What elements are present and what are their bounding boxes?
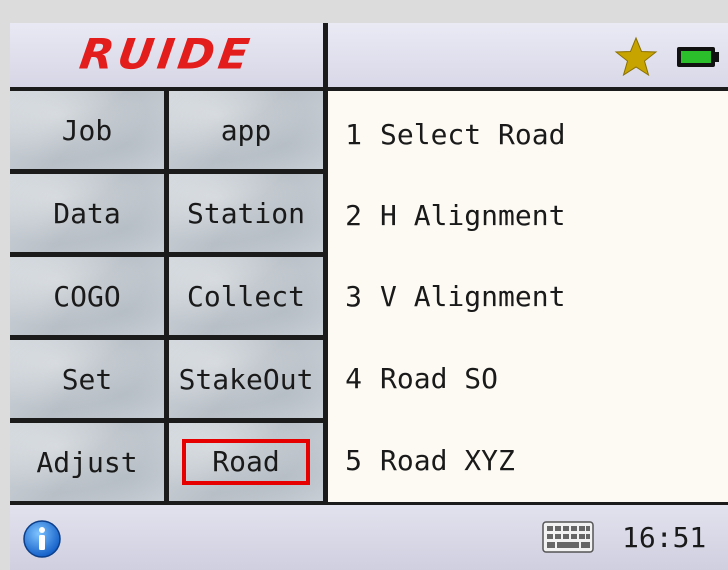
menu-station-button[interactable]: Station bbox=[169, 174, 323, 252]
road-submenu: 1 Select Road 2 H Alignment 3 V Alignmen… bbox=[328, 91, 728, 502]
screen: RUIDE Job app Data Station COGO Collect … bbox=[10, 23, 728, 570]
header-logo-area: RUIDE bbox=[10, 23, 323, 87]
menu-app-button[interactable]: app bbox=[169, 91, 323, 169]
info-icon[interactable] bbox=[22, 519, 62, 559]
menu-station-label: Station bbox=[186, 196, 305, 230]
menu-job-button[interactable]: Job bbox=[10, 91, 164, 169]
menu-data-button[interactable]: Data bbox=[10, 174, 164, 252]
list-item-number: 5 bbox=[345, 443, 362, 477]
list-item-number: 3 bbox=[345, 279, 362, 313]
list-item-label: Road XYZ bbox=[380, 443, 515, 477]
list-item-number: 2 bbox=[345, 198, 362, 232]
keyboard-icon[interactable] bbox=[542, 521, 594, 553]
menu-app-label: app bbox=[220, 113, 272, 147]
road-item-road-xyz[interactable]: 5 Road XYZ bbox=[328, 425, 728, 495]
list-item-number: 4 bbox=[345, 361, 362, 395]
menu-adjust-label: Adjust bbox=[36, 445, 138, 479]
list-item-label: Select Road bbox=[380, 117, 566, 151]
road-item-road-so[interactable]: 4 Road SO bbox=[328, 343, 728, 413]
clock-time: 16:51 bbox=[622, 521, 707, 554]
brand-logo: RUIDE bbox=[76, 30, 257, 79]
menu-road-label: Road bbox=[182, 438, 310, 486]
menu-collect-button[interactable]: Collect bbox=[169, 257, 323, 335]
list-item-label: Road SO bbox=[380, 361, 499, 395]
list-item-label: H Alignment bbox=[380, 198, 566, 232]
menu-adjust-button[interactable]: Adjust bbox=[10, 423, 164, 501]
menu-collect-label: Collect bbox=[186, 279, 305, 313]
menu-data-label: Data bbox=[53, 196, 121, 230]
star-icon[interactable] bbox=[614, 35, 658, 79]
menu-cogo-label: COGO bbox=[53, 279, 121, 313]
menu-cogo-button[interactable]: COGO bbox=[10, 257, 164, 335]
menu-set-label: Set bbox=[61, 362, 113, 396]
battery-icon bbox=[677, 47, 719, 67]
list-item-number: 1 bbox=[345, 117, 362, 151]
menu-set-button[interactable]: Set bbox=[10, 340, 164, 418]
main-menu-grid: Job app Data Station COGO Collect Set St… bbox=[10, 91, 328, 502]
status-bar: 16:51 bbox=[10, 505, 728, 570]
road-item-select-road[interactable]: 1 Select Road bbox=[328, 99, 728, 169]
menu-stakeout-button[interactable]: StakeOut bbox=[169, 340, 323, 418]
road-item-h-alignment[interactable]: 2 H Alignment bbox=[328, 180, 728, 250]
list-item-label: V Alignment bbox=[380, 279, 566, 313]
device-frame: RUIDE Job app Data Station COGO Collect … bbox=[0, 0, 728, 570]
menu-road-button[interactable]: Road bbox=[169, 423, 323, 501]
menu-stakeout-label: StakeOut bbox=[178, 362, 314, 396]
road-item-v-alignment[interactable]: 3 V Alignment bbox=[328, 261, 728, 331]
menu-job-label: Job bbox=[61, 113, 113, 147]
header-status-area bbox=[328, 23, 728, 87]
